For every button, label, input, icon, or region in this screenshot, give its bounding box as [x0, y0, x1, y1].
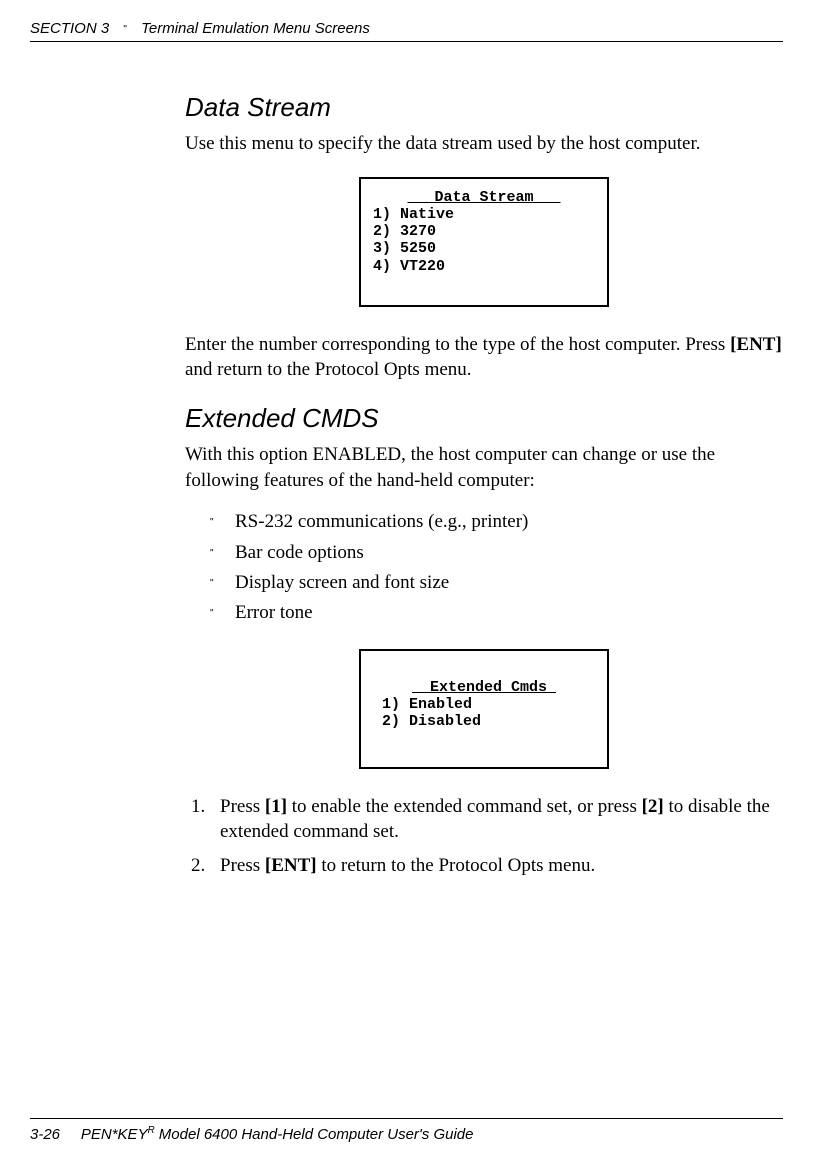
terminal-line: 3) 5250: [373, 240, 595, 257]
page-container: SECTION 3 " Terminal Emulation Menu Scre…: [0, 0, 833, 1163]
terminal-line: 4) VT220: [373, 258, 595, 275]
terminal-line: 2) Disabled: [373, 713, 595, 730]
key-ent: [ENT]: [265, 855, 317, 876]
heading-data-stream: Data Stream: [185, 92, 783, 123]
brand-sup: R: [148, 1125, 155, 1136]
intro-data-stream: Use this menu to specify the data stream…: [185, 131, 783, 157]
main-content: Data Stream Use this menu to specify the…: [185, 92, 783, 879]
page-header: SECTION 3 " Terminal Emulation Menu Scre…: [30, 20, 783, 42]
key-1: [1]: [265, 796, 287, 817]
terminal-data-stream: Data Stream 1) Native 2) 3270 3) 5250 4)…: [359, 177, 609, 307]
terminal-extended-cmds: Extended Cmds 1) Enabled 2) Disabled: [359, 649, 609, 769]
header-title: Terminal Emulation Menu Screens: [141, 20, 370, 37]
terminal-title: Data Stream: [373, 189, 595, 206]
outro-text-b: and return to the Protocol Opts menu.: [185, 359, 472, 380]
step-item: Press [1] to enable the extended command…: [210, 794, 783, 845]
terminal-line: 2) 3270: [373, 223, 595, 240]
key-ent: [ENT]: [730, 334, 782, 355]
page-footer: 3-26 PEN*KEYR Model 6400 Hand-Held Compu…: [30, 1118, 783, 1143]
list-item: Bar code options: [210, 538, 783, 568]
step-text: to enable the extended command set, or p…: [287, 796, 642, 817]
header-bullet: ": [113, 24, 137, 35]
terminal-line: 1) Enabled: [373, 696, 595, 713]
footer-rest: Model 6400 Hand-Held Computer User's Gui…: [155, 1126, 474, 1143]
outro-text-a: Enter the number corresponding to the ty…: [185, 334, 730, 355]
step-text: Press: [220, 855, 265, 876]
terminal-line: 1) Native: [373, 206, 595, 223]
heading-extended-cmds: Extended CMDS: [185, 403, 783, 434]
terminal-title: Extended Cmds: [373, 679, 595, 696]
brand-name: PEN*KEY: [81, 1126, 148, 1143]
page-number: 3-26: [30, 1126, 60, 1143]
section-number: SECTION 3: [30, 20, 109, 37]
step-text: Press: [220, 796, 265, 817]
list-item: Display screen and font size: [210, 568, 783, 598]
outro-data-stream: Enter the number corresponding to the ty…: [185, 332, 783, 383]
intro-extended-cmds: With this option ENABLED, the host compu…: [185, 442, 783, 493]
list-item: Error tone: [210, 598, 783, 628]
step-item: Press [ENT] to return to the Protocol Op…: [210, 853, 783, 879]
steps-list: Press [1] to enable the extended command…: [210, 794, 783, 879]
step-text: to return to the Protocol Opts menu.: [317, 855, 596, 876]
key-2: [2]: [642, 796, 664, 817]
list-item: RS-232 communications (e.g., printer): [210, 507, 783, 537]
feature-list: RS-232 communications (e.g., printer) Ba…: [210, 507, 783, 629]
